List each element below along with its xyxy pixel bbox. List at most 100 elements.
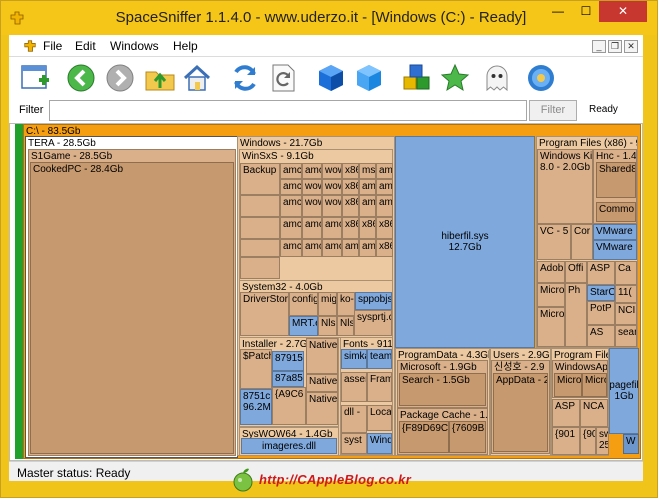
tile-swa[interactable]: swa256M bbox=[596, 427, 609, 455]
tile-offi[interactable]: Offi bbox=[565, 261, 587, 283]
tile-winsxs-item[interactable]: amc bbox=[359, 179, 376, 195]
tile-sear[interactable]: sear bbox=[615, 325, 637, 347]
tile-fram[interactable]: Fram bbox=[367, 372, 392, 402]
tile-assem[interactable]: assem bbox=[341, 372, 367, 402]
tile-winsxs-item[interactable]: wow bbox=[302, 179, 322, 195]
filter-button[interactable]: Filter bbox=[529, 100, 577, 121]
tile-110[interactable]: 11( bbox=[615, 285, 637, 303]
tile-winsxs-item[interactable]: msil bbox=[359, 163, 376, 179]
tile-native-3[interactable]: Native bbox=[306, 392, 338, 425]
tile-winsxs-item[interactable]: amc bbox=[280, 217, 302, 239]
tile-winsxs-item[interactable]: amc bbox=[322, 217, 342, 239]
tile-winsxs-item[interactable]: x86_ bbox=[376, 217, 393, 239]
tile-ca[interactable]: Ca bbox=[615, 261, 637, 285]
tile-appdata[interactable]: AppData - 2 bbox=[493, 373, 548, 452]
tile-f89d[interactable]: {F89D69CA bbox=[399, 421, 449, 453]
menu-file[interactable]: File bbox=[43, 39, 62, 53]
home-icon[interactable] bbox=[181, 62, 213, 94]
up-folder-icon[interactable] bbox=[144, 62, 176, 94]
tile-imageres[interactable]: imageres.dll bbox=[241, 438, 337, 454]
tile-vmware-2[interactable]: VMware bbox=[593, 240, 637, 260]
tile-winsxs-item[interactable]: x86_ bbox=[342, 195, 359, 217]
tile-7609b[interactable]: {7609B bbox=[449, 421, 486, 453]
tile-winsxs-item[interactable]: amc bbox=[280, 195, 302, 217]
tile-winsxs-item[interactable]: wow bbox=[322, 179, 342, 195]
tile-native-2[interactable]: Native bbox=[306, 374, 338, 392]
tile-mig[interactable]: mig bbox=[318, 292, 337, 316]
tile-asp-1[interactable]: ASP bbox=[587, 261, 615, 285]
tile-syst[interactable]: syst bbox=[341, 433, 367, 454]
mdi-minimize-button[interactable]: _ bbox=[592, 40, 606, 53]
tile-search[interactable]: Search - 1.5Gb bbox=[399, 373, 486, 406]
tile-winsxs-item[interactable]: wow bbox=[302, 195, 322, 217]
tile-winsxs-item[interactable]: amc bbox=[302, 217, 322, 239]
tile-hiberfil[interactable]: hiberfil.sys 12.7Gb bbox=[395, 136, 535, 348]
tile-nls-2[interactable]: Nls bbox=[337, 316, 354, 336]
title-bar[interactable]: SpaceSniffer 1.1.4.0 - www.uderzo.it - [… bbox=[1, 1, 657, 35]
tile-vmware-1[interactable]: VMware bbox=[593, 224, 637, 240]
gear-flower-icon[interactable] bbox=[525, 62, 557, 94]
tile-w[interactable]: W bbox=[623, 434, 639, 454]
tile-starc[interactable]: StarC bbox=[587, 285, 615, 301]
tile-sppobjs[interactable]: sppobjs. bbox=[355, 292, 392, 310]
tile-nls-1[interactable]: Nls bbox=[318, 316, 337, 336]
tile-a9c6[interactable]: {A9C6 bbox=[272, 387, 306, 425]
cubes-icon[interactable] bbox=[401, 62, 433, 94]
tile-winsxs-item[interactable]: x86_ bbox=[342, 163, 359, 179]
tile-winsxs-item[interactable] bbox=[240, 195, 280, 217]
tile-shared[interactable]: Shared8 bbox=[596, 162, 636, 198]
back-icon[interactable] bbox=[65, 62, 97, 94]
tile-winsxs-item[interactable]: amc bbox=[280, 239, 302, 257]
menu-windows[interactable]: Windows bbox=[110, 39, 159, 53]
tile-winsxs-item[interactable]: wow bbox=[322, 195, 342, 217]
tile-nci[interactable]: NCI bbox=[615, 303, 637, 325]
minimize-button[interactable]: — bbox=[543, 1, 573, 22]
tile-dll[interactable]: dll - bbox=[341, 405, 367, 433]
tile-micro-1[interactable]: Micro bbox=[537, 283, 565, 307]
tile-commo[interactable]: Commo bbox=[596, 202, 636, 222]
maximize-button[interactable]: ☐ bbox=[573, 1, 599, 22]
tile-winsxs-item[interactable]: amc bbox=[359, 195, 376, 217]
tile-pagefile[interactable]: pagefil 1Gb bbox=[609, 348, 639, 434]
close-button[interactable]: ✕ bbox=[599, 1, 647, 22]
tile-winsxs-item[interactable]: wow bbox=[322, 163, 342, 179]
tile-winsxs-item[interactable]: amc bbox=[359, 239, 376, 257]
tile-micro-2[interactable]: Micro bbox=[554, 373, 582, 397]
tile-winsxs-item[interactable]: x86_ bbox=[376, 239, 393, 257]
tile-winsxs-item[interactable]: amc bbox=[376, 179, 393, 195]
tile-windo[interactable]: Windo bbox=[367, 433, 392, 454]
tile-winsxs-item[interactable]: amc bbox=[376, 195, 393, 217]
tile-winsxs-item[interactable] bbox=[240, 257, 280, 279]
tile-winsxs-item[interactable]: x86_ bbox=[359, 217, 376, 239]
tile-simka[interactable]: simka bbox=[341, 349, 367, 369]
tile-native-1[interactable]: Native bbox=[306, 338, 338, 374]
tile-ko[interactable]: ko-K bbox=[337, 292, 355, 316]
tile-team[interactable]: team bbox=[367, 349, 392, 369]
mdi-close-button[interactable]: ✕ bbox=[624, 40, 638, 53]
tile-asp-3[interactable]: ASP bbox=[552, 399, 580, 427]
tile-winsxs-item[interactable]: amc bbox=[376, 163, 393, 179]
tile-nca[interactable]: NCA bbox=[580, 399, 608, 427]
tile-winsxs-item[interactable] bbox=[240, 239, 280, 257]
tile-potp[interactable]: PotP bbox=[587, 301, 615, 325]
tile-901-a[interactable]: {901 bbox=[552, 427, 580, 455]
tile-vc[interactable]: VC - 5 bbox=[537, 224, 571, 260]
cube-blue-2-icon[interactable] bbox=[353, 62, 385, 94]
tile-8751c[interactable]: 8751c.96.2Mb bbox=[240, 389, 272, 425]
ghost-icon[interactable] bbox=[481, 62, 513, 94]
tile-micros[interactable]: Micros bbox=[537, 307, 565, 347]
tile-driverstore[interactable]: DriverStore bbox=[240, 292, 289, 336]
tile-cor[interactable]: Cor bbox=[571, 224, 593, 260]
tile-config[interactable]: config bbox=[289, 292, 318, 316]
tile-winsxs-item[interactable]: amc bbox=[302, 239, 322, 257]
filter-input[interactable] bbox=[49, 100, 527, 121]
refresh-icon[interactable] bbox=[229, 62, 261, 94]
tile-winsxs-item[interactable]: x86_ bbox=[342, 179, 359, 195]
star-icon[interactable] bbox=[439, 62, 471, 94]
tile-micro-3[interactable]: Micro bbox=[582, 373, 607, 397]
treemap[interactable]: C:\ - 83.5Gb TERA - 28.5Gb S1Game - 28.5… bbox=[15, 124, 641, 459]
new-scan-icon[interactable] bbox=[19, 62, 51, 94]
tile-patch[interactable]: $Patch bbox=[240, 349, 272, 389]
menu-edit[interactable]: Edit bbox=[75, 39, 96, 53]
tile-adob[interactable]: Adob bbox=[537, 261, 565, 283]
